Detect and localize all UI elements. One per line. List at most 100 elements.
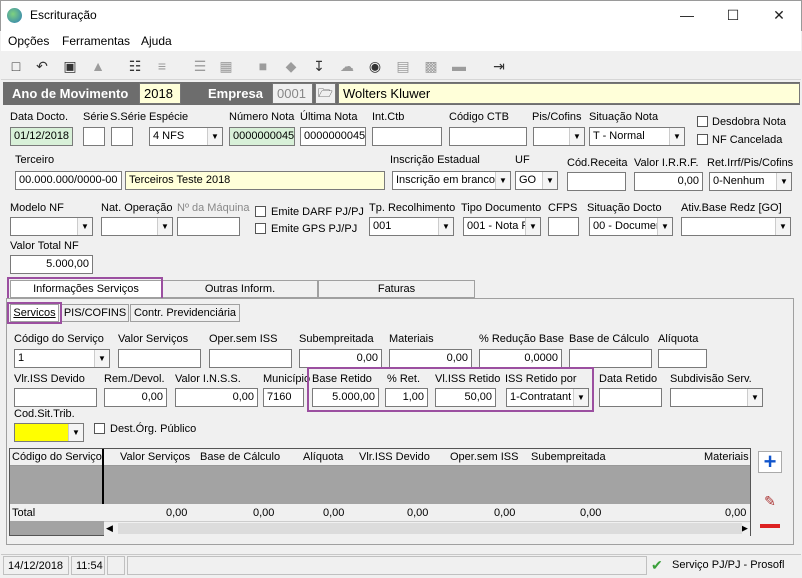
empresa-code-field[interactable]: 0001 [272,83,313,104]
grid-col-valor[interactable]: Valor Serviços [120,451,190,463]
add-row-button[interactable]: + [758,451,782,473]
chevron-down-icon[interactable]: ▼ [438,218,453,235]
chevron-down-icon[interactable]: ▼ [525,218,540,235]
chevron-down-icon[interactable]: ▼ [569,128,584,145]
grid-col-subemp[interactable]: Subempreitada [531,451,606,463]
tipo-doc-select[interactable]: 001 - Nota F ▼ [463,217,541,236]
cod-sit-select[interactable]: ▼ [14,423,84,442]
nat-op-select[interactable]: ▼ [101,217,173,236]
terceiro-doc-field[interactable]: 00.000.000/0000-00 [15,171,122,190]
nf-cancelada-checkbox[interactable] [697,134,708,145]
subtab-contr-prev[interactable]: Contr. Previdenciária [130,304,240,322]
chevron-down-icon[interactable]: ▼ [775,218,790,235]
tools-icon[interactable]: ◆ [281,56,301,76]
undo-icon[interactable]: ↶ [32,56,52,76]
subtab-pis-cofins[interactable]: PIS/COFINS [61,304,129,322]
chevron-down-icon[interactable]: ▼ [68,424,83,441]
chevron-down-icon[interactable]: ▼ [207,128,222,145]
data-docto-field[interactable]: 01/12/2018 [10,127,73,146]
subdiv-select[interactable]: ▼ [670,388,763,407]
maximize-button[interactable]: ☐ [710,0,756,31]
chevron-down-icon[interactable]: ▼ [94,350,109,367]
aliquota-field[interactable] [658,349,707,368]
subempreitada-field[interactable]: 0,00 [299,349,382,368]
tab-faturas[interactable]: Faturas [318,280,475,298]
ano-field[interactable]: 2018 [139,83,181,104]
new-icon[interactable]: □ [6,56,26,76]
chevron-down-icon[interactable]: ▼ [669,128,684,145]
municipio-field[interactable]: 7160 [263,388,304,407]
box-icon[interactable]: ■ [253,56,273,76]
uf-select[interactable]: GO ▼ [515,171,558,190]
int-ctb-field[interactable] [372,127,442,146]
ret-select[interactable]: 0-Nenhum ▼ [709,172,792,191]
cod-servico-select[interactable]: 1 ▼ [14,349,110,368]
exit-icon[interactable]: ⇥ [489,56,509,76]
minus-icon[interactable]: ▬ [449,56,469,76]
rem-devol-field[interactable]: 0,00 [104,388,167,407]
especie-select[interactable]: 4 NFS ▼ [149,127,223,146]
vlr-iss-field[interactable] [14,388,97,407]
grid-col-aliquota[interactable]: Alíquota [303,451,343,463]
numero-nota-field[interactable]: 0000000045 [229,127,295,146]
tp-recolh-select[interactable]: 001 ▼ [369,217,454,236]
valor-irrf-field[interactable]: 0,00 [634,172,703,191]
modelo-nf-select[interactable]: ▼ [10,217,93,236]
valor-total-field[interactable]: 5.000,00 [10,255,93,274]
scroll-thumb[interactable] [118,523,742,534]
cod-receita-field[interactable] [567,172,626,191]
pis-cofins-select[interactable]: ▼ [533,127,585,146]
tab-outras-inform[interactable]: Outras Inform. [162,280,318,298]
grid-col-materiais[interactable]: Materiais [704,451,749,463]
oper-iss-field[interactable] [209,349,292,368]
chevron-down-icon[interactable]: ▼ [776,173,791,190]
sit-docto-select[interactable]: 00 - Documer ▼ [589,217,673,236]
scroll-left-icon[interactable]: ◀ [106,523,113,534]
preview-icon[interactable]: ☷ [125,56,145,76]
valor-serv-field[interactable] [118,349,201,368]
insc-est-select[interactable]: Inscrição em branco ▼ [392,171,511,190]
ultima-nota-field[interactable]: 0000000045 [300,127,366,146]
close-button[interactable]: ✕ [756,0,802,31]
minimize-button[interactable]: — [664,0,710,31]
save-icon[interactable]: ▣ [60,56,80,76]
nfs-icon[interactable]: ≡ [152,56,172,76]
cloud-icon[interactable]: ☁ [337,56,357,76]
ativ-select[interactable]: ▼ [681,217,791,236]
menu-ferramentas[interactable]: Ferramentas [62,34,130,48]
sserie-field[interactable] [111,127,133,146]
grid-col-base[interactable]: Base de Cálculo [200,451,280,463]
import-icon[interactable]: ▦ [216,56,236,76]
download-icon[interactable]: ↧ [309,56,329,76]
maquina-field[interactable] [177,217,240,236]
chevron-down-icon[interactable]: ▼ [747,389,762,406]
chevron-down-icon[interactable]: ▼ [495,172,510,189]
base-calc-field[interactable] [569,349,652,368]
delete-icon[interactable]: ▲ [88,56,108,76]
situacao-nota-select[interactable]: T - Normal ▼ [589,127,685,146]
chevron-down-icon[interactable]: ▼ [77,218,92,235]
chevron-down-icon[interactable]: ▼ [157,218,172,235]
valor-inss-field[interactable]: 0,00 [175,388,258,407]
grid-col-oper[interactable]: Oper.sem ISS [450,451,518,463]
serie-field[interactable] [83,127,105,146]
scroll-right-icon[interactable]: ▶ [741,523,748,534]
emite-darf-checkbox[interactable] [255,206,266,217]
folder-icon[interactable]: 🗁 [315,83,336,104]
desdobra-nota-checkbox[interactable] [697,116,708,127]
menu-opcoes[interactable]: Opções [8,34,49,48]
reducao-field[interactable]: 0,0000 [479,349,562,368]
list-icon[interactable]: ▤ [393,56,413,76]
grid-icon[interactable]: ▩ [421,56,441,76]
materiais-field[interactable]: 0,00 [389,349,472,368]
data-retido-field[interactable] [599,388,662,407]
grid-col-cod[interactable]: Código do Serviço [12,451,102,463]
tree-icon[interactable]: ☰ [190,56,210,76]
remove-row-button[interactable] [760,524,780,528]
menu-ajuda[interactable]: Ajuda [141,34,172,48]
chevron-down-icon[interactable]: ▼ [657,218,672,235]
dest-org-checkbox[interactable] [94,423,105,434]
edit-icon[interactable]: ✎ [758,493,782,513]
money-icon[interactable]: ◉ [365,56,385,76]
codigo-ctb-field[interactable] [449,127,527,146]
